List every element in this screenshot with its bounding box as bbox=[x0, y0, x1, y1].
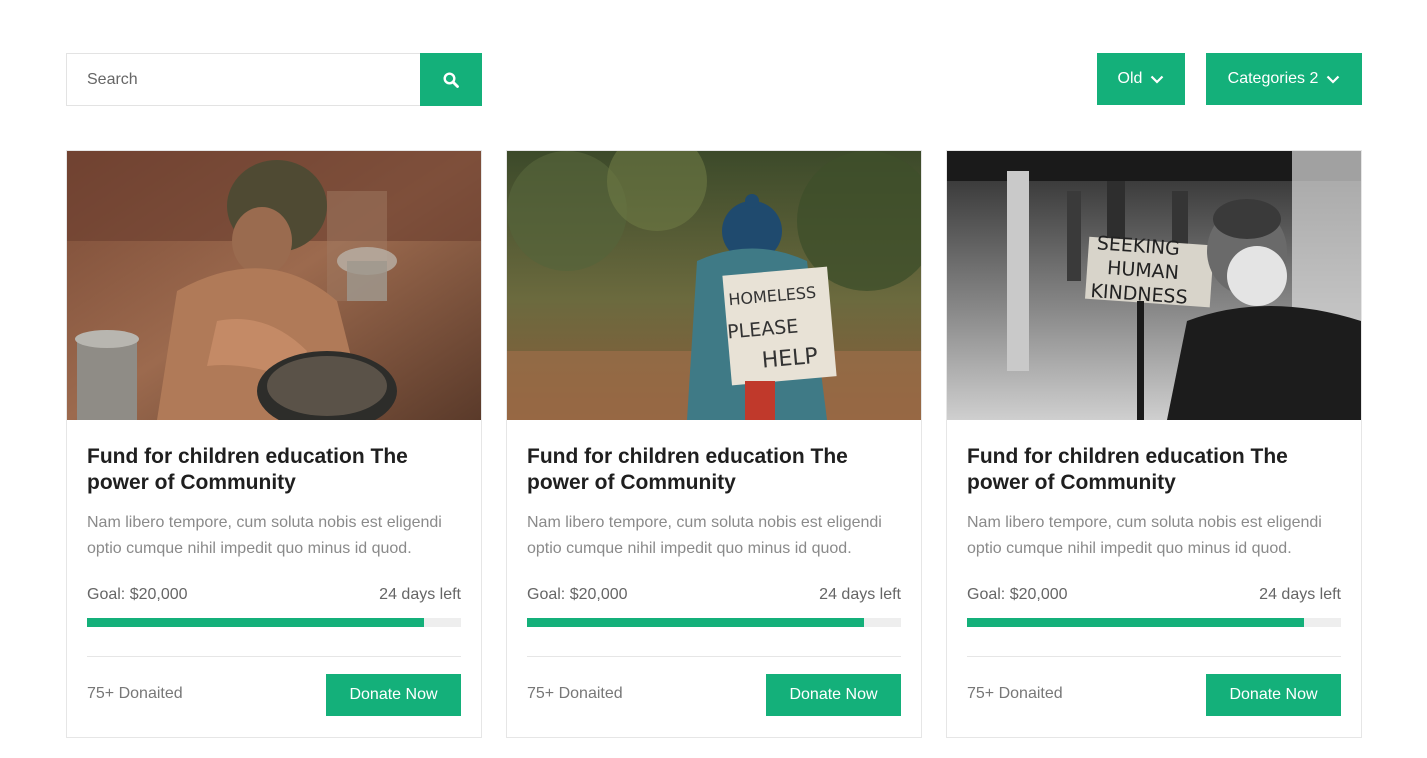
donated-count: 75+ Donaited bbox=[967, 685, 1063, 702]
divider bbox=[87, 656, 461, 657]
campaign-title[interactable]: Fund for children education The power of… bbox=[87, 444, 461, 496]
card-body: Fund for children education The power of… bbox=[947, 420, 1361, 737]
child-with-pots-photo bbox=[67, 151, 481, 420]
progress-fill bbox=[527, 618, 864, 627]
days-left: 24 days left bbox=[819, 586, 901, 603]
campaign-list: Fund for children education The power of… bbox=[66, 150, 1362, 738]
homeless-sign-photo: HOMELESS PLEASE HELP bbox=[507, 151, 921, 420]
campaign-meta: Goal: $20,000 24 days left bbox=[87, 586, 461, 604]
divider bbox=[967, 656, 1341, 657]
days-left: 24 days left bbox=[1259, 586, 1341, 603]
donated-count: 75+ Donaited bbox=[87, 685, 183, 702]
donated-count: 75+ Donaited bbox=[527, 685, 623, 702]
progress-fill bbox=[967, 618, 1304, 627]
campaign-image[interactable] bbox=[67, 151, 481, 420]
progress-fill bbox=[87, 618, 424, 627]
toolbar: Old Categories 2 bbox=[66, 53, 1362, 106]
campaign-card: Fund for children education The power of… bbox=[66, 150, 482, 738]
seeking-kindness-photo: SEEKING HUMAN KINDNESS bbox=[947, 151, 1361, 420]
progress-bar bbox=[527, 618, 901, 627]
divider bbox=[527, 656, 901, 657]
sort-dropdown-label: Old bbox=[1117, 70, 1143, 87]
campaign-description: Nam libero tempore, cum soluta nobis est… bbox=[967, 514, 1322, 557]
donate-button[interactable]: Donate Now bbox=[326, 674, 461, 716]
progress-bar bbox=[967, 618, 1341, 627]
goal-amount: Goal: $20,000 bbox=[967, 586, 1068, 603]
chevron-down-icon bbox=[1151, 75, 1164, 84]
search-button[interactable] bbox=[420, 53, 482, 106]
campaign-image[interactable]: SEEKING HUMAN KINDNESS bbox=[947, 151, 1361, 420]
campaign-title[interactable]: Fund for children education The power of… bbox=[527, 444, 901, 496]
progress-bar bbox=[87, 618, 461, 627]
search-input[interactable] bbox=[66, 53, 420, 106]
goal-amount: Goal: $20,000 bbox=[87, 586, 188, 603]
donate-button[interactable]: Donate Now bbox=[1206, 674, 1341, 716]
campaign-card: HOMELESS PLEASE HELP Fund for children e… bbox=[506, 150, 922, 738]
card-body: Fund for children education The power of… bbox=[507, 420, 921, 737]
goal-amount: Goal: $20,000 bbox=[527, 586, 628, 603]
sort-dropdown[interactable]: Old bbox=[1097, 53, 1185, 105]
campaign-meta: Goal: $20,000 24 days left bbox=[967, 586, 1341, 604]
campaign-description: Nam libero tempore, cum soluta nobis est… bbox=[87, 514, 442, 557]
campaign-description: Nam libero tempore, cum soluta nobis est… bbox=[527, 514, 882, 557]
chevron-down-icon bbox=[1327, 75, 1340, 84]
card-body: Fund for children education The power of… bbox=[67, 420, 481, 737]
sign-text-line-3: HELP bbox=[761, 344, 819, 374]
search-icon bbox=[443, 71, 459, 88]
days-left: 24 days left bbox=[379, 586, 461, 603]
search-bar bbox=[66, 53, 482, 106]
donate-button[interactable]: Donate Now bbox=[766, 674, 901, 716]
campaign-meta: Goal: $20,000 24 days left bbox=[527, 586, 901, 604]
campaign-image[interactable]: HOMELESS PLEASE HELP bbox=[507, 151, 921, 420]
categories-dropdown-label: Categories 2 bbox=[1227, 70, 1319, 87]
categories-dropdown[interactable]: Categories 2 bbox=[1206, 53, 1362, 105]
campaign-card: SEEKING HUMAN KINDNESS Fund for children… bbox=[946, 150, 1362, 738]
campaign-title[interactable]: Fund for children education The power of… bbox=[967, 444, 1341, 496]
